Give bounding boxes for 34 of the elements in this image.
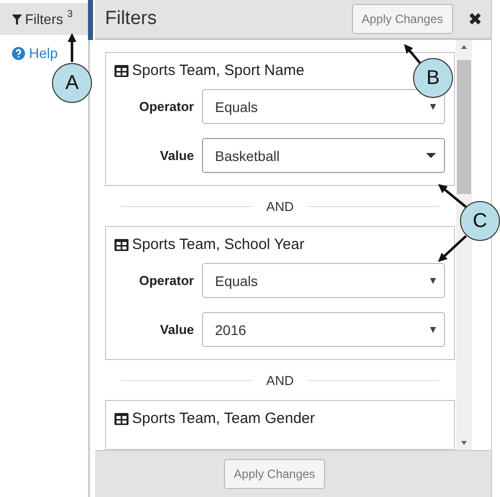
scrollbar-thumb[interactable] [457,60,471,194]
field-label: Operator [138,99,195,114]
callout-arrow [404,44,421,64]
close-button[interactable]: ✖ [459,8,491,30]
and-label: AND [266,198,294,214]
panel-title: Filters [105,8,158,30]
dropdown[interactable]: Equals [202,263,445,298]
filter-icon [12,14,22,24]
filter-title: Sports Team, Sport Name [132,62,304,79]
caret-icon [430,104,436,110]
help-link[interactable]: Help [12,45,88,61]
filter-title: Sports Team, School Year [132,236,304,253]
callout-arrow [438,235,467,262]
table-icon [114,412,129,424]
caret-icon [426,153,436,158]
help-label[interactable]: Help [29,45,58,61]
help-icon [12,46,25,60]
field-label: Value [159,148,195,163]
table-icon [114,64,129,76]
apply-changes-button[interactable]: Apply Changes [224,459,326,489]
caret-icon [430,326,436,332]
field-label: Value [159,322,195,337]
and-label: AND [266,372,294,388]
apply-changes-button[interactable]: Apply Changes [352,4,453,34]
caret-icon [430,278,436,284]
field-label: Operator [138,273,195,288]
dropdown[interactable]: 2016 [202,312,445,347]
filter-title: Sports Team, Team Gender [132,410,315,427]
filter-count: 3 [67,9,73,20]
callout-arrow [68,33,76,62]
filters-tab[interactable]: Filters 3 [0,3,88,35]
dropdown[interactable]: Basketball [202,138,445,173]
table-icon [114,238,129,250]
callout-arrow [438,184,467,208]
